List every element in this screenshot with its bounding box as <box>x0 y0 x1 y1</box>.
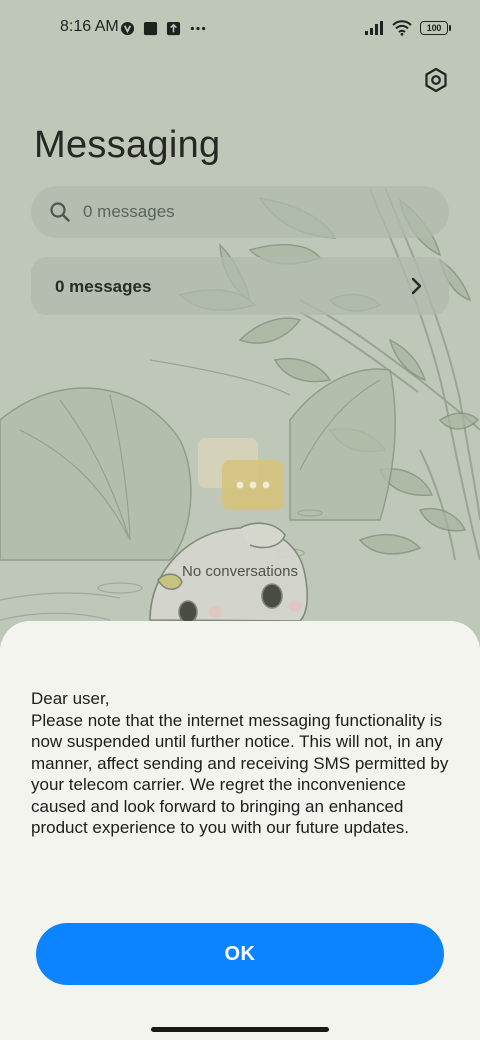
status-icons-right: 100 <box>364 18 451 38</box>
empty-state-text: No conversations <box>182 563 298 580</box>
upload-icon <box>166 21 181 35</box>
vpn-icon <box>120 21 135 35</box>
messages-card-label: 0 messages <box>55 277 152 296</box>
ok-button[interactable]: OK <box>36 923 444 985</box>
gear-icon <box>425 67 447 93</box>
chat-bubble-icon <box>198 438 284 510</box>
suspension-notice-dialog: Dear user, Please note that the internet… <box>0 621 480 1040</box>
dialog-body: Please note that the internet messaging … <box>31 710 449 838</box>
status-icons-left <box>120 18 207 38</box>
notification-square-icon <box>143 21 158 35</box>
chevron-right-icon <box>411 277 422 295</box>
dialog-message: Dear user, Please note that the internet… <box>31 688 461 839</box>
battery-level: 100 <box>426 23 442 33</box>
status-time: 8:16 AM <box>60 18 119 35</box>
settings-button[interactable] <box>420 64 452 96</box>
more-dots-icon <box>190 26 206 30</box>
messaging-screen: 8:16 AM 100 Messaging 0 messages 0 messa… <box>0 0 480 1040</box>
search-bar[interactable] <box>31 186 449 238</box>
messages-card[interactable]: 0 messages <box>31 257 449 315</box>
battery-icon: 100 <box>420 21 451 35</box>
search-input[interactable] <box>81 186 423 238</box>
signal-icon <box>365 21 383 35</box>
page-title: Messaging <box>34 124 221 166</box>
search-icon <box>50 202 70 222</box>
wifi-icon <box>392 20 412 36</box>
status-bar: 8:16 AM 100 <box>0 0 480 56</box>
dialog-greeting: Dear user, <box>31 689 110 708</box>
home-indicator[interactable] <box>151 1027 329 1032</box>
